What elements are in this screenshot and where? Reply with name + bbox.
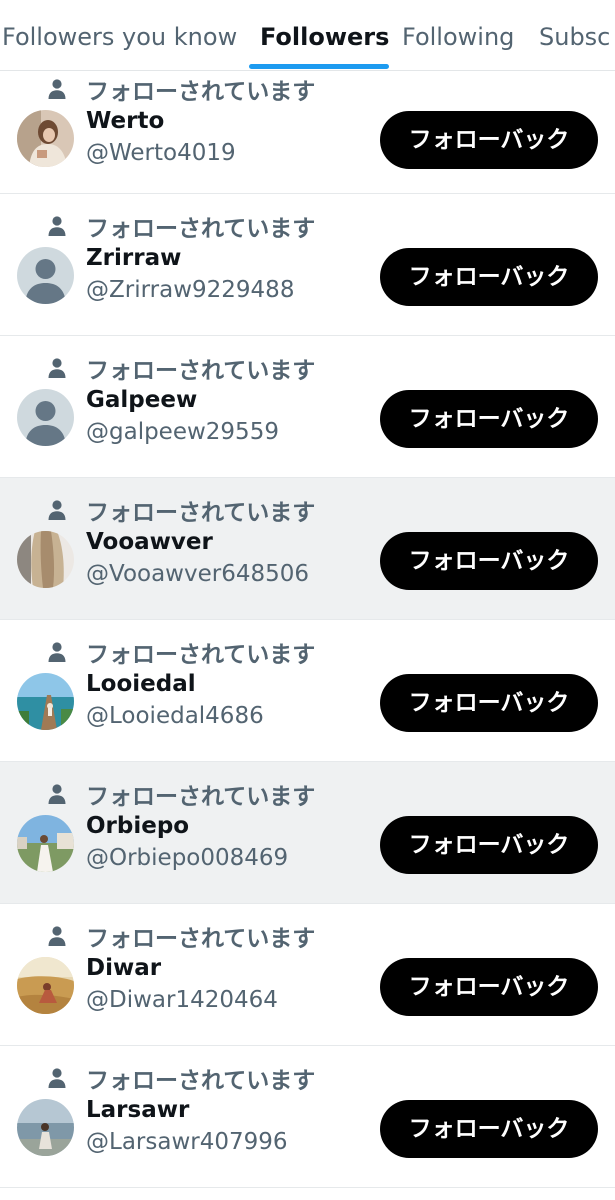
follows-you-label: フォローされています [86, 79, 316, 105]
follow-back-button[interactable]: フォローバック [380, 248, 598, 306]
follower-row[interactable]: フォローされています Vooawver @Vooawver648506 フォロー… [0, 478, 615, 620]
avatar[interactable] [17, 531, 74, 588]
person-icon [48, 358, 66, 378]
follows-you-label: フォローされています [86, 642, 316, 668]
follow-back-button[interactable]: フォローバック [380, 111, 598, 169]
person-icon [48, 500, 66, 520]
follows-you-label: フォローされています [86, 358, 316, 384]
follower-row[interactable]: フォローされています Looiedal @Looiedal4686 フォローバッ… [0, 620, 615, 762]
display-name[interactable]: Vooawver [86, 529, 213, 555]
username-handle[interactable]: @Diwar1420464 [86, 987, 278, 1013]
username-handle[interactable]: @Larsawr407996 [86, 1129, 288, 1155]
follows-you-context: フォローされています [46, 352, 315, 384]
display-name[interactable]: Larsawr [86, 1097, 189, 1123]
follow-back-button[interactable]: フォローバック [380, 1100, 598, 1158]
follows-you-context: フォローされています [46, 920, 315, 952]
display-name[interactable]: Zrirraw [86, 245, 181, 271]
person-icon [48, 1068, 66, 1088]
follows-you-label: フォローされています [86, 500, 316, 526]
default-avatar-icon[interactable] [17, 389, 74, 446]
username-handle[interactable]: @Zrirraw9229488 [86, 277, 294, 303]
avatar[interactable] [17, 110, 74, 167]
follows-you-context: フォローされています [46, 636, 315, 668]
follows-you-context: フォローされています [46, 73, 315, 105]
follower-row[interactable]: フォローされています Zrirraw @Zrirraw9229488 フォローバ… [0, 194, 615, 336]
tab-followers-you-know[interactable]: Followers you know [2, 0, 237, 70]
username-handle[interactable]: @Looiedal4686 [86, 703, 264, 729]
follow-back-button[interactable]: フォローバック [380, 532, 598, 590]
display-name[interactable]: Orbiepo [86, 813, 189, 839]
follows-you-label: フォローされています [86, 784, 316, 810]
tab-followers[interactable]: Followers [260, 0, 389, 70]
active-tab-indicator [249, 64, 389, 69]
follow-back-button[interactable]: フォローバック [380, 816, 598, 874]
person-icon [48, 642, 66, 662]
follows-you-context: フォローされています [46, 778, 315, 810]
display-name[interactable]: Looiedal [86, 671, 196, 697]
follower-row[interactable]: フォローされています Werto @Werto4019 フォローバック [0, 71, 615, 194]
avatar[interactable] [17, 673, 74, 730]
follower-row[interactable]: フォローされています Galpeew @galpeew29559 フォローバック [0, 336, 615, 478]
display-name[interactable]: Galpeew [86, 387, 197, 413]
profile-tab-bar: Followers you know Followers Following S… [0, 0, 615, 71]
follows-you-label: フォローされています [86, 216, 316, 242]
username-handle[interactable]: @Vooawver648506 [86, 561, 309, 587]
username-handle[interactable]: @Werto4019 [86, 140, 236, 166]
follower-row[interactable]: フォローされています Larsawr @Larsawr407996 フォローバッ… [0, 1046, 615, 1188]
follows-you-context: フォローされています [46, 210, 315, 242]
follow-back-button[interactable]: フォローバック [380, 958, 598, 1016]
follow-back-button[interactable]: フォローバック [380, 390, 598, 448]
follow-back-button[interactable]: フォローバック [380, 674, 598, 732]
follower-row[interactable]: フォローされています Orbiepo @Orbiepo008469 フォローバッ… [0, 762, 615, 904]
person-icon [48, 79, 66, 99]
person-icon [48, 216, 66, 236]
follower-row[interactable]: フォローされています Diwar @Diwar1420464 フォローバック [0, 904, 615, 1046]
default-avatar-icon[interactable] [17, 247, 74, 304]
follows-you-label: フォローされています [86, 1068, 316, 1094]
followers-list: フォローされています Werto @Werto4019 フォローバック フォロー… [0, 71, 615, 1188]
display-name[interactable]: Werto [86, 108, 164, 134]
follows-you-context: フォローされています [46, 494, 315, 526]
display-name[interactable]: Diwar [86, 955, 161, 981]
avatar[interactable] [17, 957, 74, 1014]
avatar[interactable] [17, 815, 74, 872]
avatar[interactable] [17, 1099, 74, 1156]
tab-following[interactable]: Following [402, 0, 514, 70]
tab-subscriptions[interactable]: Subsc [539, 0, 610, 70]
username-handle[interactable]: @Orbiepo008469 [86, 845, 288, 871]
person-icon [48, 784, 66, 804]
username-handle[interactable]: @galpeew29559 [86, 419, 279, 445]
follows-you-label: フォローされています [86, 926, 316, 952]
follows-you-context: フォローされています [46, 1062, 315, 1094]
person-icon [48, 926, 66, 946]
